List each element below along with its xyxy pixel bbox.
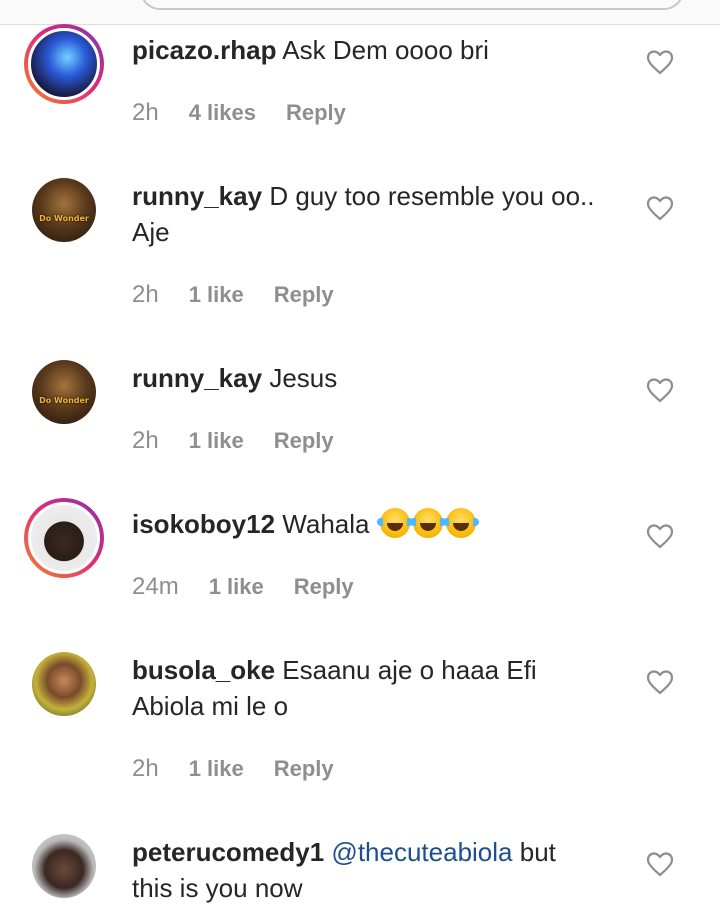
- heart-icon[interactable]: [646, 195, 674, 221]
- reply-button[interactable]: Reply: [294, 574, 354, 600]
- avatar-container[interactable]: [32, 652, 96, 716]
- comment-body-cont: Abiola mi le o: [132, 691, 289, 721]
- avatar[interactable]: Do Wonder: [32, 178, 96, 242]
- comment-body: but: [519, 837, 556, 867]
- heart-icon[interactable]: [646, 523, 674, 549]
- avatar-logo-text: Do Wonder: [39, 396, 89, 405]
- comment-text: runny_kay Jesus: [132, 360, 632, 396]
- comment-time: 24m: [132, 573, 179, 600]
- avatar-ring[interactable]: [24, 498, 104, 578]
- avatar[interactable]: [28, 28, 100, 100]
- avatar[interactable]: [32, 834, 96, 898]
- avatar[interactable]: [32, 652, 96, 716]
- mention-link[interactable]: @thecuteabiola: [331, 837, 512, 867]
- heart-icon[interactable]: [646, 49, 674, 75]
- comment-username[interactable]: picazo.rhap: [132, 35, 276, 65]
- heart-icon[interactable]: [646, 669, 674, 695]
- comment-time: 2h: [132, 281, 159, 308]
- comment-body: Jesus: [269, 363, 338, 393]
- laughing-emoji-icon: [409, 508, 446, 538]
- comment-meta: 2h 1 like Reply: [132, 280, 334, 310]
- comment-meta: 24m 1 like Reply: [132, 572, 354, 602]
- comment-time: 2h: [132, 99, 159, 126]
- comment-meta: 2h 4 likes Reply: [132, 98, 346, 128]
- reply-button[interactable]: Reply: [274, 428, 334, 454]
- heart-icon[interactable]: [646, 377, 674, 403]
- avatar-container[interactable]: Do Wonder: [32, 178, 96, 242]
- top-bar: [0, 0, 720, 25]
- comment-text: runny_kay D guy too resemble you oo.. Aj…: [132, 178, 632, 250]
- comment-time: 2h: [132, 755, 159, 782]
- comment-text: busola_oke Esaanu aje o haaa Efi Abiola …: [132, 652, 632, 724]
- comment-text: peterucomedy1 @thecuteabiola but this is…: [132, 834, 632, 906]
- comment-meta: 2h 1 like Reply: [132, 426, 334, 456]
- avatar-container[interactable]: [32, 834, 96, 898]
- comment-username[interactable]: busola_oke: [132, 655, 275, 685]
- comment-body: Esaanu aje o haaa Efi: [282, 655, 537, 685]
- comment-body: D guy too resemble you oo..: [269, 181, 595, 211]
- likes-count[interactable]: 1 like: [189, 282, 244, 308]
- comment-meta: 2h 1 like Reply: [132, 754, 334, 784]
- comment-body: Ask Dem oooo bri: [282, 35, 489, 65]
- comment-time: 2h: [132, 427, 159, 454]
- reply-button[interactable]: Reply: [274, 282, 334, 308]
- comment-username[interactable]: peterucomedy1: [132, 837, 324, 867]
- comment-body: Wahala: [282, 509, 370, 539]
- comment-body-cont: Aje: [132, 217, 170, 247]
- avatar-container[interactable]: Do Wonder: [32, 360, 96, 424]
- likes-count[interactable]: 1 like: [189, 428, 244, 454]
- avatar-logo-text: Do Wonder: [39, 214, 89, 223]
- comment-username[interactable]: runny_kay: [132, 181, 262, 211]
- laughing-emoji-icon: [376, 508, 413, 538]
- reply-button[interactable]: Reply: [274, 756, 334, 782]
- likes-count[interactable]: 1 like: [189, 756, 244, 782]
- heart-icon[interactable]: [646, 851, 674, 877]
- comment-body-cont: this is you now: [132, 873, 303, 903]
- avatar[interactable]: [28, 502, 100, 574]
- comment-username[interactable]: isokoboy12: [132, 509, 275, 539]
- likes-count[interactable]: 4 likes: [189, 100, 256, 126]
- search-bar[interactable]: [140, 0, 684, 10]
- comment-text: picazo.rhap Ask Dem oooo bri: [132, 32, 632, 68]
- likes-count[interactable]: 1 like: [209, 574, 264, 600]
- comment-text: isokoboy12 Wahala: [132, 506, 632, 542]
- laughing-emoji-icon: [442, 508, 479, 538]
- avatar-ring[interactable]: [24, 24, 104, 104]
- reply-button[interactable]: Reply: [286, 100, 346, 126]
- avatar[interactable]: Do Wonder: [32, 360, 96, 424]
- comment-username[interactable]: runny_kay: [132, 363, 262, 393]
